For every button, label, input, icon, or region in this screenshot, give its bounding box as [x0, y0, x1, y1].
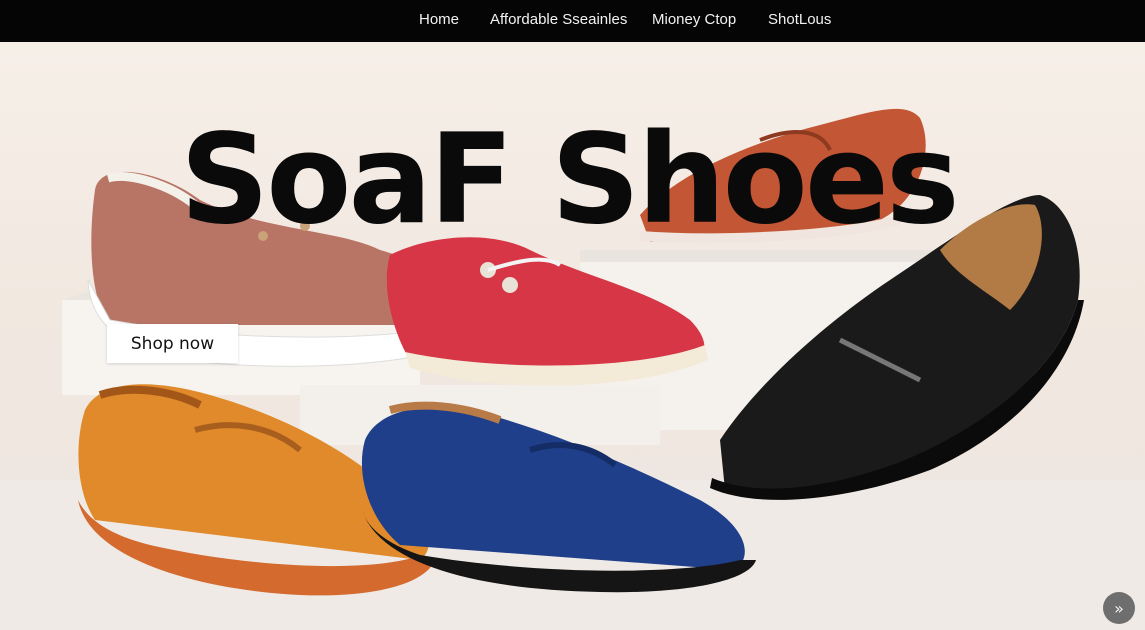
nav-link-affordable[interactable]: Affordable Sseainles [490, 11, 627, 28]
nav-link-shotlous[interactable]: ShotLous [768, 11, 831, 28]
nav-link-home[interactable]: Home [419, 11, 459, 28]
top-navigation-bar: Home Affordable Sseainles Mioney Ctop Sh… [0, 0, 1145, 42]
shop-now-button[interactable]: Shop now [107, 324, 238, 363]
hero-headline: SoaF Shoes [180, 108, 960, 252]
nav-link-money[interactable]: Mioney Ctop [652, 11, 736, 28]
hero-banner: SoaF Shoes Shop now » [0, 42, 1145, 630]
chevron-double-right-icon[interactable]: » [1103, 592, 1135, 624]
